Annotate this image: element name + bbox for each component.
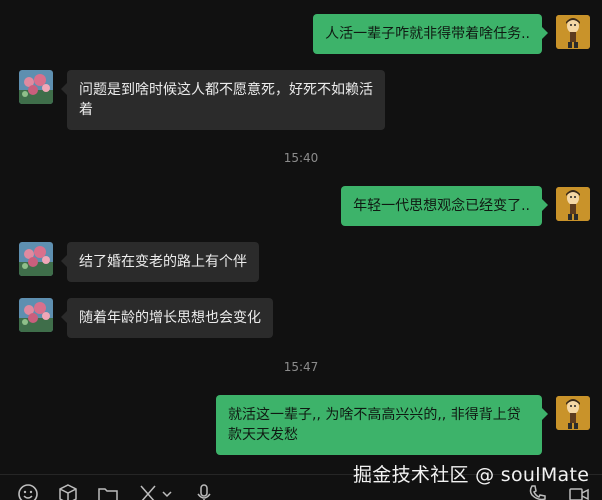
microphone-icon[interactable] <box>193 483 215 500</box>
folder-icon[interactable] <box>97 483 119 500</box>
flower-avatar-icon <box>19 70 53 104</box>
cartoon-avatar-icon <box>556 396 590 430</box>
message-row: 人活一辈子咋就非得带着啥任务.. <box>0 14 602 54</box>
message-bubble-outgoing[interactable]: 人活一辈子咋就非得带着啥任务.. <box>313 14 548 54</box>
contact-avatar[interactable] <box>19 242 53 276</box>
message-text: 就活这一辈子,, 为啥不高高兴兴的,, 非得背上贷款天天发愁 <box>228 407 521 443</box>
timestamp: 15:40 <box>283 151 319 165</box>
message-bubble-incoming[interactable]: 结了婚在变老的路上有个伴 <box>61 242 259 282</box>
message-text: 年轻一代思想观念已经变了.. <box>353 198 530 214</box>
cartoon-avatar-icon <box>556 15 590 49</box>
message-bubble-outgoing[interactable]: 就活这一辈子,, 为啥不高高兴兴的,, 非得背上贷款天天发愁 <box>216 395 548 455</box>
message-text: 人活一辈子咋就非得带着啥任务.. <box>325 26 530 42</box>
flower-avatar-icon <box>19 242 53 276</box>
my-avatar[interactable] <box>556 187 590 221</box>
scissors-icon[interactable] <box>137 483 159 500</box>
message-bubble-incoming[interactable]: 问题是到啥时候这人都不愿意死，好死不如赖活着 <box>61 70 385 130</box>
message-row: 年轻一代思想观念已经变了.. <box>0 186 602 226</box>
my-avatar[interactable] <box>556 15 590 49</box>
timestamp: 15:47 <box>283 360 319 374</box>
message-text: 问题是到啥时候这人都不愿意死，好死不如赖活着 <box>79 82 373 118</box>
emoji-icon[interactable] <box>17 483 39 500</box>
message-bubble-outgoing[interactable]: 年轻一代思想观念已经变了.. <box>341 186 548 226</box>
watermark-text: 掘金技术社区 @ soulMate <box>353 464 590 486</box>
cartoon-avatar-icon <box>556 187 590 221</box>
message-text: 随着年龄的增长思想也会变化 <box>79 310 261 326</box>
contact-avatar[interactable] <box>19 298 53 332</box>
message-row: 随着年龄的增长思想也会变化 <box>0 298 602 338</box>
my-avatar[interactable] <box>556 396 590 430</box>
chat-history: 人活一辈子咋就非得带着啥任务.. 问题是到啥时候这人都不愿意死，好死不如赖活着 … <box>0 0 602 475</box>
chevron-down-icon[interactable] <box>160 483 174 500</box>
message-row: 就活这一辈子,, 为啥不高高兴兴的,, 非得背上贷款天天发愁 <box>0 395 602 455</box>
message-row: 问题是到啥时候这人都不愿意死，好死不如赖活着 <box>0 70 602 130</box>
message-text: 结了婚在变老的路上有个伴 <box>79 254 247 270</box>
contact-avatar[interactable] <box>19 70 53 104</box>
message-row: 结了婚在变老的路上有个伴 <box>0 242 602 282</box>
message-bubble-incoming[interactable]: 随着年龄的增长思想也会变化 <box>61 298 273 338</box>
box-icon[interactable] <box>57 483 79 500</box>
flower-avatar-icon <box>19 298 53 332</box>
